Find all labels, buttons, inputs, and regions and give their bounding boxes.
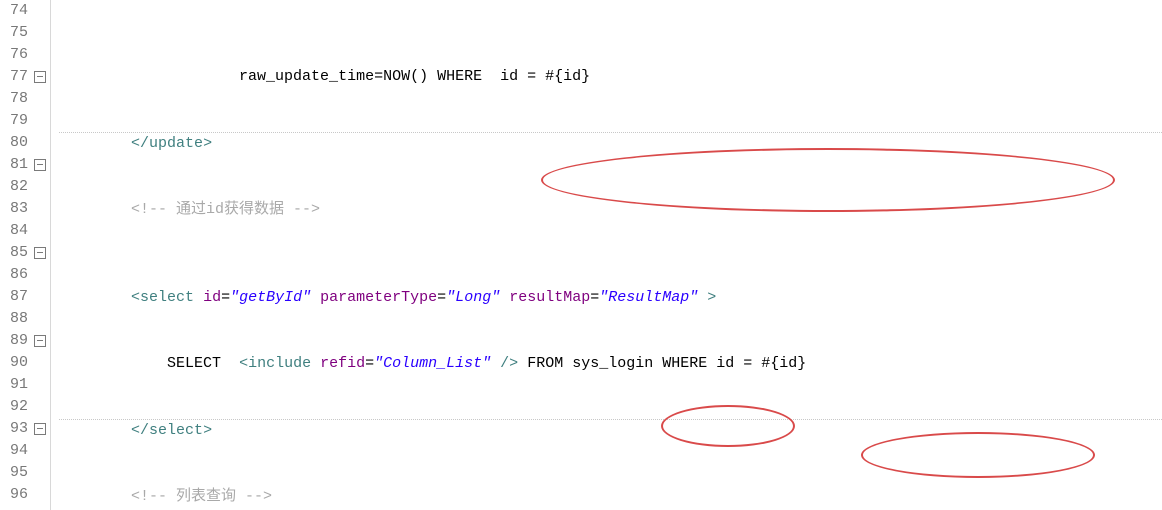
xml-attr-value: "getById": [230, 289, 311, 306]
fold-icon[interactable]: [34, 247, 46, 259]
code-line: <select id="getById" parameterType="Long…: [59, 287, 1162, 309]
fold-icon[interactable]: [34, 423, 46, 435]
fold-icon[interactable]: [34, 335, 46, 347]
line-number: 91: [10, 374, 46, 396]
line-number: 93: [10, 418, 46, 440]
code-line: SELECT <include refid="Column_List" /> F…: [59, 353, 1162, 375]
line-number: 83: [10, 198, 46, 220]
line-number: 88: [10, 308, 46, 330]
line-number: 87: [10, 286, 46, 308]
line-number: 94: [10, 440, 46, 462]
line-number: 80: [10, 132, 46, 154]
line-number: 96: [10, 484, 46, 506]
code-area[interactable]: raw_update_time=NOW() WHERE id = #{id} <…: [51, 0, 1162, 510]
line-number: 75: [10, 22, 46, 44]
code-line: raw_update_time=NOW() WHERE id = #{id}: [59, 66, 1162, 88]
line-number: 81: [10, 154, 46, 176]
code-line: <!-- 列表查询 -->: [59, 486, 1162, 508]
line-number: 86: [10, 264, 46, 286]
code-line: </select>: [59, 419, 1162, 442]
line-number: 76: [10, 44, 46, 66]
fold-icon[interactable]: [34, 71, 46, 83]
code-line: </update>: [59, 132, 1162, 155]
line-number: 90: [10, 352, 46, 374]
code-text: raw_update_time=NOW() WHERE id = #{id}: [239, 68, 590, 85]
xml-attr: id: [203, 289, 221, 306]
line-number-gutter: 7475767778798081828384858687888990919293…: [0, 0, 51, 510]
line-number: 95: [10, 462, 46, 484]
xml-tag: select: [140, 289, 194, 306]
line-number: 92: [10, 396, 46, 418]
line-number: 74: [10, 0, 46, 22]
xml-comment: <!-- 列表查询 -->: [131, 488, 272, 505]
line-number: 82: [10, 176, 46, 198]
line-number: 77: [10, 66, 46, 88]
line-number: 85: [10, 242, 46, 264]
xml-tag: </update>: [131, 135, 212, 152]
line-number: 78: [10, 88, 46, 110]
xml-comment: <!-- 通过id获得数据 -->: [131, 201, 320, 218]
code-line: <!-- 通过id获得数据 -->: [59, 199, 1162, 221]
line-number: 84: [10, 220, 46, 242]
fold-icon[interactable]: [34, 159, 46, 171]
line-number: 89: [10, 330, 46, 352]
line-number: 79: [10, 110, 46, 132]
code-editor[interactable]: 7475767778798081828384858687888990919293…: [0, 0, 1162, 510]
